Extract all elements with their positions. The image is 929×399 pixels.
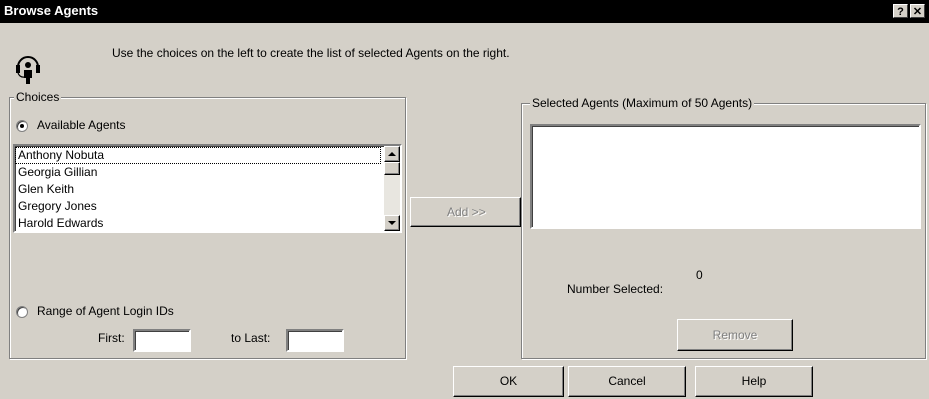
list-item[interactable]: Gregory Jones (15, 198, 381, 215)
title-bar: Browse Agents ? ✕ (0, 0, 929, 23)
remove-button[interactable]: Remove (677, 319, 793, 351)
list-item[interactable]: Glen Keith (15, 181, 381, 198)
available-agents-label[interactable]: Available Agents (37, 118, 126, 132)
cancel-button[interactable]: Cancel (568, 366, 686, 397)
available-agents-list[interactable]: Anthony Nobuta Georgia Gillian Glen Keit… (13, 144, 402, 233)
first-id-field[interactable] (133, 329, 191, 352)
number-selected-value: 0 (696, 268, 703, 282)
help-button-label: Help (741, 374, 767, 388)
close-glyph: ✕ (912, 6, 923, 18)
list-item[interactable]: Anthony Nobuta (15, 147, 381, 164)
radio-dot (20, 124, 24, 128)
number-selected-label: Number Selected: (567, 282, 664, 296)
list-item[interactable]: Harold Edwards (15, 215, 381, 232)
close-icon[interactable]: ✕ (910, 4, 925, 18)
list-item[interactable]: Georgia Gillian (15, 164, 381, 181)
choices-legend: Choices (14, 90, 62, 105)
agent-headset-icon (16, 56, 40, 84)
range-login-ids-radio[interactable] (16, 306, 28, 318)
ok-button-label: OK (499, 374, 518, 388)
range-login-ids-label[interactable]: Range of Agent Login IDs (37, 304, 174, 318)
available-agents-text: Available Agents (37, 118, 126, 132)
scroll-down-icon[interactable] (384, 215, 400, 231)
down-arrow-glyph (388, 221, 396, 225)
range-login-ids-text: Range of Agent Login IDs (37, 304, 174, 318)
help-icon[interactable]: ? (893, 4, 908, 18)
scroll-thumb[interactable] (384, 162, 400, 175)
add-button[interactable]: Add >> (410, 197, 521, 227)
list-scrollbar[interactable] (384, 146, 400, 231)
agent-list-items: Anthony Nobuta Georgia Gillian Glen Keit… (15, 147, 381, 232)
window-title: Browse Agents (4, 3, 99, 18)
ok-button[interactable]: OK (453, 366, 564, 397)
last-id-field[interactable] (286, 329, 344, 352)
selected-agents-list[interactable] (530, 124, 921, 229)
help-button[interactable]: Help (695, 366, 813, 397)
available-agents-radio[interactable] (16, 120, 28, 132)
first-label: First: (98, 331, 125, 345)
up-arrow-glyph (388, 152, 396, 156)
help-glyph: ? (897, 6, 904, 18)
scroll-up-icon[interactable] (384, 146, 400, 162)
cancel-button-label: Cancel (608, 374, 646, 388)
last-label: to Last: (231, 331, 271, 345)
remove-button-label: Remove (712, 328, 758, 342)
instructions-text: Use the choices on the left to create th… (112, 46, 510, 60)
selected-agents-legend: Selected Agents (Maximum of 50 Agents) (530, 96, 755, 111)
add-button-label: Add >> (447, 205, 486, 219)
